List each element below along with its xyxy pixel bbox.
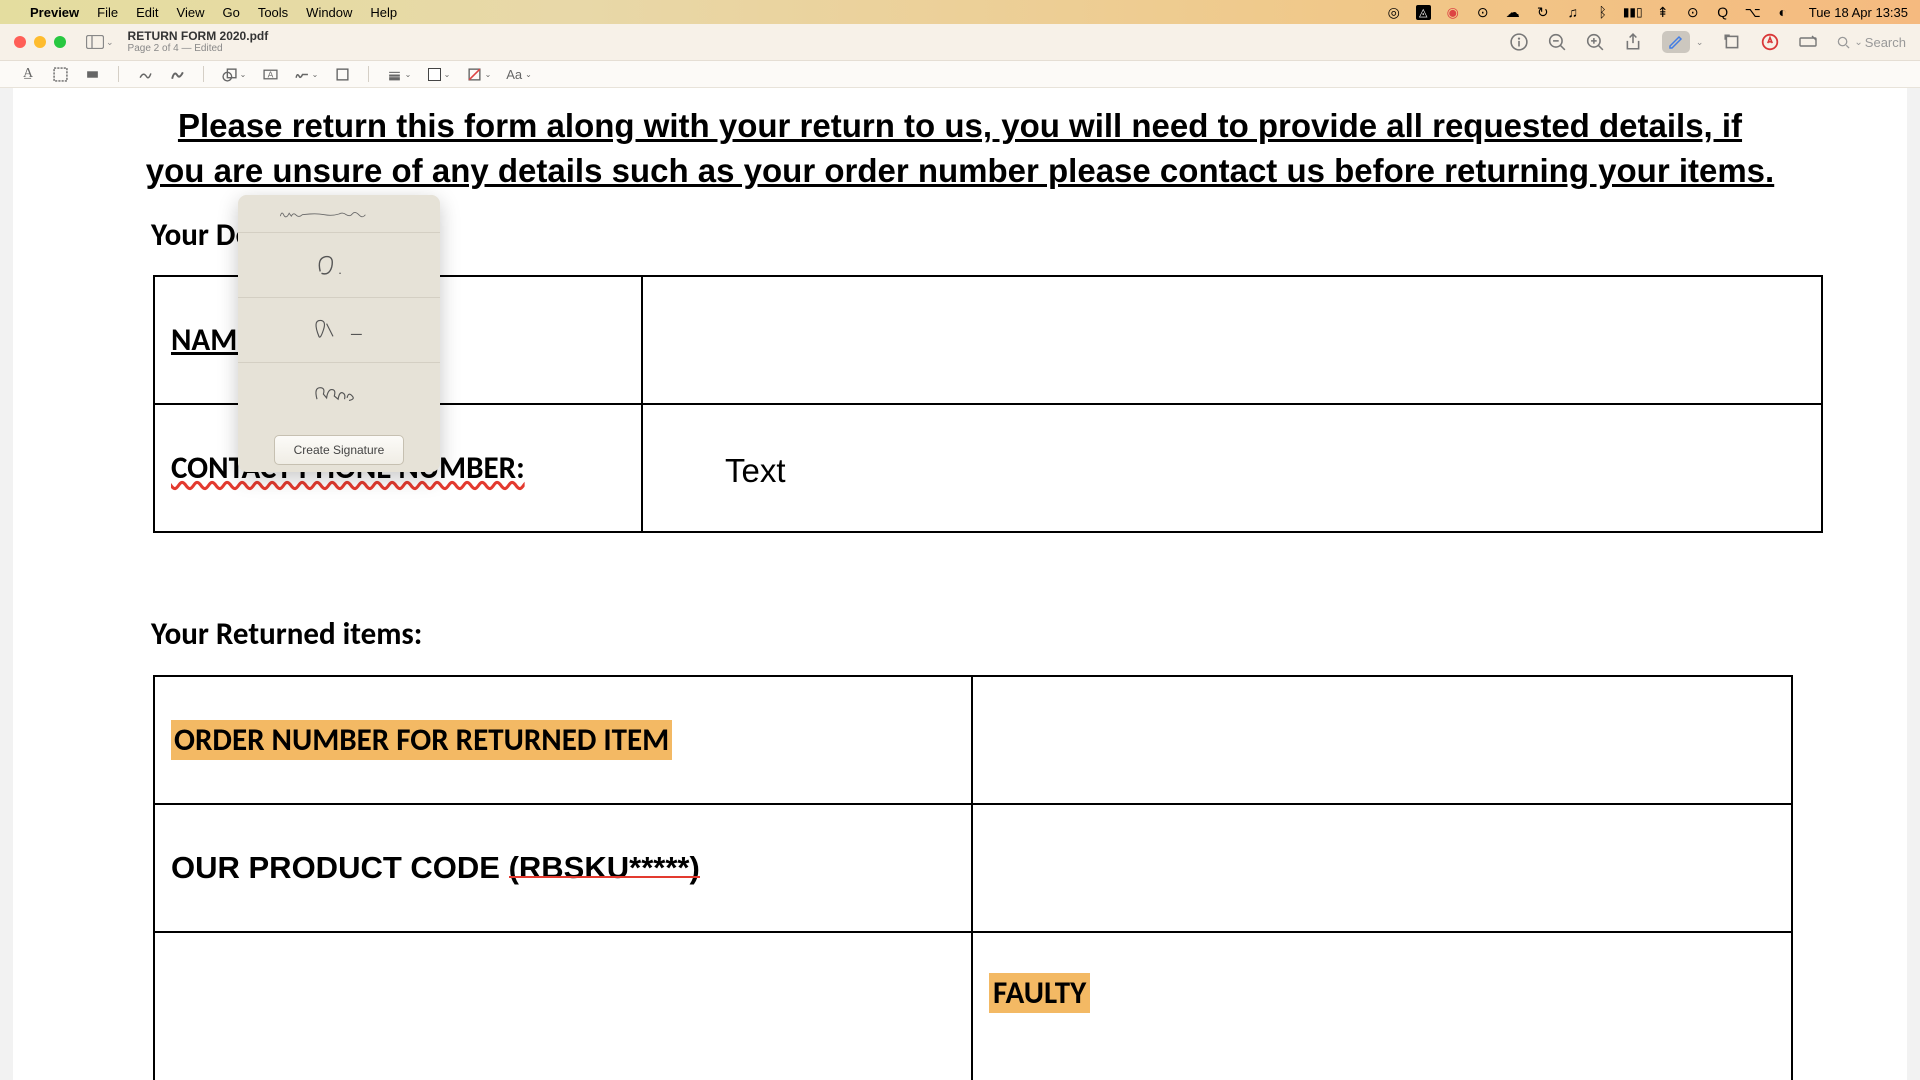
table-row: ORDER NUMBER FOR RETURNED ITEM <box>154 676 1792 804</box>
app-icon-2[interactable]: ◉ <box>1445 4 1461 20</box>
document-area[interactable]: Please return this form along with your … <box>0 88 1920 1080</box>
traffic-lights <box>14 36 66 48</box>
faulty-label: FAULTY <box>989 973 1090 1013</box>
close-button[interactable] <box>14 36 26 48</box>
note-tool[interactable] <box>328 64 356 84</box>
bluetooth-icon[interactable]: ᛒ <box>1595 4 1611 20</box>
markup-toolbar: A̲ ⌄ A ⌄ ⌄ ⌄ ⌄ Aa⌄ <box>0 61 1920 88</box>
app-name[interactable]: Preview <box>30 5 79 20</box>
document-title: RETURN FORM 2020.pdf <box>128 29 269 43</box>
returned-items-table: ORDER NUMBER FOR RETURNED ITEM OUR PRODU… <box>153 675 1793 1080</box>
menu-window[interactable]: Window <box>306 5 352 20</box>
name-value-cell[interactable] <box>642 276 1822 404</box>
info-icon[interactable] <box>1510 33 1528 51</box>
wifi-icon[interactable]: ⇞ <box>1655 4 1671 20</box>
control-center-icon[interactable]: ⌥ <box>1745 4 1761 20</box>
product-code-value-cell[interactable] <box>972 804 1792 932</box>
zoom-out-icon[interactable] <box>1548 33 1566 51</box>
text-annotation[interactable]: Text <box>725 452 786 490</box>
create-signature-button[interactable]: Create Signature <box>274 435 404 465</box>
sidebar-toggle-button[interactable]: ⌄ <box>86 35 114 49</box>
maximize-button[interactable] <box>54 36 66 48</box>
contact-value-cell[interactable] <box>642 404 1822 532</box>
divider <box>118 66 119 82</box>
reason-label-cell[interactable] <box>154 932 972 1080</box>
minimize-button[interactable] <box>34 36 46 48</box>
draw-tool[interactable] <box>163 64 191 84</box>
signature-option-3[interactable] <box>238 298 440 363</box>
signature-popover: Create Signature <box>238 195 440 472</box>
menubar-right: ◎ ◬ ◉ ⊙ ☁ ↻ ♫ ᛒ ▮▮▯ ⇞ ⊙ Q ⌥ ◐ Tue 18 Apr… <box>1386 4 1908 20</box>
menu-file[interactable]: File <box>97 5 118 20</box>
menu-go[interactable]: Go <box>222 5 239 20</box>
menu-tools[interactable]: Tools <box>258 5 288 20</box>
table-row: FAULTY <box>154 932 1792 1080</box>
window-titlebar: ⌄ RETURN FORM 2020.pdf Page 2 of 4 — Edi… <box>0 24 1920 61</box>
product-code-label: OUR PRODUCT CODE (RBSKU*****) <box>171 849 700 887</box>
sign-tool[interactable]: ⌄ <box>288 64 324 84</box>
svg-text:A: A <box>267 69 273 79</box>
sketch-tool[interactable] <box>131 64 159 84</box>
menu-view[interactable]: View <box>177 5 205 20</box>
document-subtitle: Page 2 of 4 — Edited <box>128 43 269 55</box>
reason-value-cell[interactable]: FAULTY <box>972 932 1792 1080</box>
markup-toggle-button[interactable] <box>1662 31 1690 53</box>
divider <box>203 66 204 82</box>
search-field[interactable]: ⌄ Search <box>1837 35 1906 50</box>
rect-selection-tool[interactable] <box>46 64 74 84</box>
datetime[interactable]: Tue 18 Apr 13:35 <box>1809 5 1908 20</box>
siri-icon[interactable]: Q <box>1715 4 1731 20</box>
form-fill-icon[interactable] <box>1799 33 1817 51</box>
menu-help[interactable]: Help <box>370 5 397 20</box>
app-icon-1[interactable]: ◬ <box>1416 5 1431 20</box>
spotlight-icon[interactable]: ⊙ <box>1685 4 1701 20</box>
text-tool[interactable]: A <box>256 64 284 84</box>
signature-option-2[interactable] <box>238 233 440 298</box>
rotate-icon[interactable] <box>1723 33 1741 51</box>
order-number-value-cell[interactable] <box>972 676 1792 804</box>
preview-window: ⌄ RETURN FORM 2020.pdf Page 2 of 4 — Edi… <box>0 24 1920 1080</box>
text-selection-tool[interactable]: A̲ <box>14 64 42 84</box>
share-icon[interactable] <box>1624 33 1642 51</box>
border-color-tool[interactable]: ⌄ <box>421 64 457 84</box>
redact-tool[interactable] <box>78 64 106 84</box>
macos-menubar: Preview File Edit View Go Tools Window H… <box>0 0 1920 24</box>
notification-icon[interactable]: ◐ <box>1775 4 1791 20</box>
fill-color-tool[interactable]: ⌄ <box>461 64 497 84</box>
signature-option-4[interactable] <box>238 363 440 428</box>
titlebar-right-tools: ⌄ ⌄ Search <box>1510 31 1906 53</box>
divider <box>368 66 369 82</box>
text-style-tool[interactable]: Aa⌄ <box>501 64 537 84</box>
battery-icon[interactable]: ▮▮▯ <box>1625 4 1641 20</box>
clock-icon[interactable]: ↻ <box>1535 4 1551 20</box>
title-info: RETURN FORM 2020.pdf Page 2 of 4 — Edite… <box>128 29 269 55</box>
shapes-tool[interactable]: ⌄ <box>216 64 252 84</box>
shape-style-tool[interactable]: ⌄ <box>381 64 417 84</box>
zoom-in-icon[interactable] <box>1586 33 1604 51</box>
headphones-icon[interactable]: ♫ <box>1565 4 1581 20</box>
search-placeholder: Search <box>1865 35 1906 50</box>
airdrop-icon[interactable]: ◎ <box>1386 4 1402 20</box>
menubar-left: Preview File Edit View Go Tools Window H… <box>12 5 397 20</box>
annotate-icon[interactable] <box>1761 33 1779 51</box>
cloud-icon[interactable]: ☁ <box>1505 4 1521 20</box>
heading-text: Please return this form along with your … <box>13 104 1907 193</box>
record-icon[interactable]: ⊙ <box>1475 4 1491 20</box>
table-row: OUR PRODUCT CODE (RBSKU*****) <box>154 804 1792 932</box>
markup-dropdown-chevron-icon[interactable]: ⌄ <box>1696 37 1704 48</box>
signature-option-1[interactable] <box>238 195 440 233</box>
order-number-label: ORDER NUMBER FOR RETURNED ITEM <box>171 720 672 760</box>
menu-edit[interactable]: Edit <box>136 5 158 20</box>
section-returned-title: Your Returned items: <box>151 615 422 653</box>
